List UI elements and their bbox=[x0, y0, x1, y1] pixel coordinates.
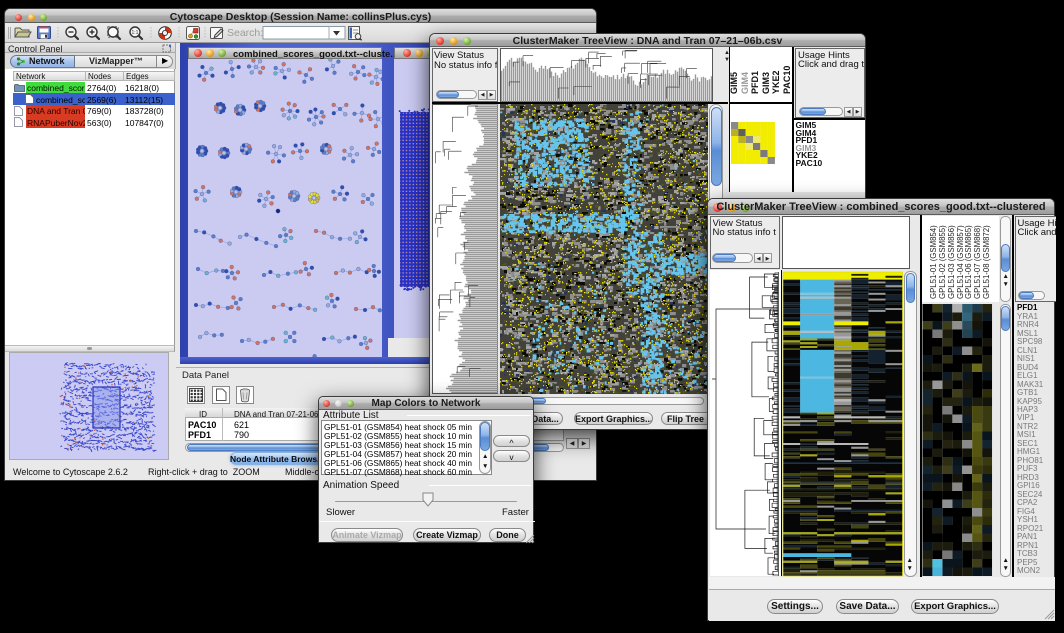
svg-text:1:1: 1:1 bbox=[132, 30, 139, 36]
svg-text:Search:: Search: bbox=[227, 27, 263, 39]
